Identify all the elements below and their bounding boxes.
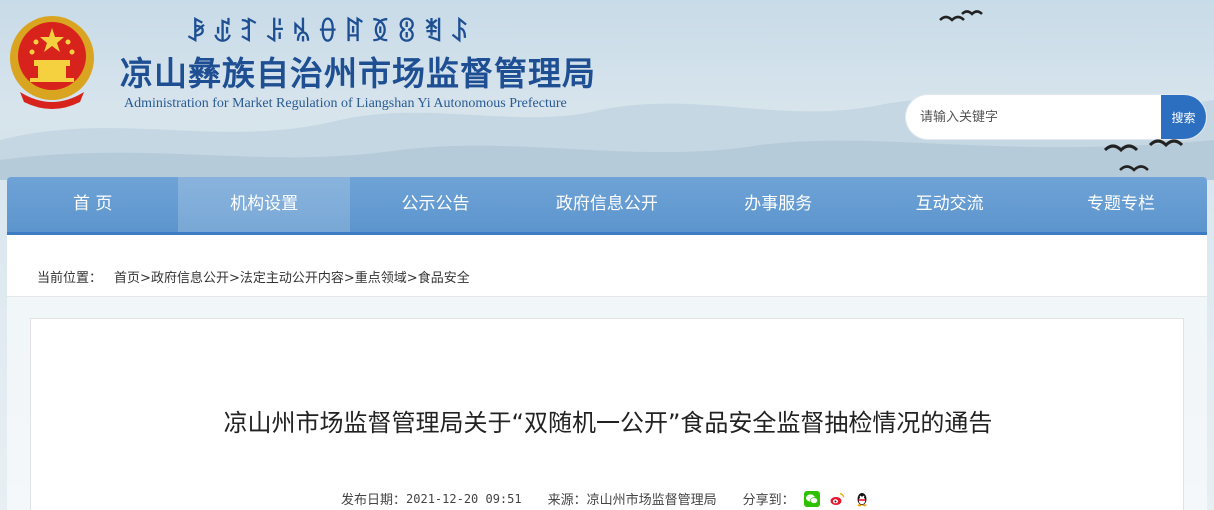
nav-item-organization[interactable]: 机构设置 [178, 177, 350, 234]
source-value: 凉山州市场监督管理局 [586, 493, 717, 508]
qq-icon[interactable] [853, 490, 870, 507]
breadcrumb-separator: > [343, 271, 355, 286]
nav-item-services[interactable]: 办事服务 [693, 177, 864, 234]
article-meta: 发布日期： 2021-12-20 09:51 来源： 凉山州市场监督管理局 分享… [341, 489, 870, 508]
nav-item-announcements[interactable]: 公示公告 [350, 177, 521, 234]
search-input[interactable] [906, 95, 1161, 139]
nav-item-home[interactable]: 首 页 [7, 177, 178, 234]
breadcrumb-link-statutory[interactable]: 法定主动公开内容 [240, 271, 344, 286]
breadcrumb-separator: > [140, 271, 151, 286]
breadcrumb: 当前位置： 首页>政府信息公开>法定主动公开内容>重点领域>食品安全 [7, 235, 1207, 297]
search-button[interactable]: 搜索 [1161, 95, 1206, 139]
national-emblem [10, 16, 94, 109]
share-label: 分享到： [742, 493, 795, 508]
nav-item-info-disclosure[interactable]: 政府信息公开 [521, 177, 692, 234]
article-title: 凉山州市场监督管理局关于“双随机一公开”食品安全监督抽检情况的通告 [223, 409, 993, 437]
site-title: 凉山彝族自治州市场监督管理局 [120, 54, 596, 93]
date-label: 发布日期： [341, 493, 407, 508]
weibo-icon[interactable] [828, 490, 845, 507]
publish-date: 2021-12-20 09:51 [406, 491, 522, 506]
nav-item-special-topics[interactable]: 专题专栏 [1035, 177, 1206, 234]
site-subtitle: Administration for Market Regulation of … [124, 96, 567, 111]
breadcrumb-separator: > [406, 271, 418, 286]
main-nav: 首 页 机构设置 公示公告 政府信息公开 办事服务 互动交流 专题专栏 [7, 177, 1207, 234]
breadcrumb-link-home[interactable]: 首页 [114, 271, 140, 286]
breadcrumb-link-info-disclosure[interactable]: 政府信息公开 [151, 271, 229, 286]
article: 凉山州市场监督管理局关于“双随机一公开”食品安全监督抽检情况的通告 发布日期： … [30, 318, 1184, 510]
breadcrumb-label: 当前位置： [37, 271, 103, 286]
site-header: ꆃꍑꆈꌠꁱꂷꍏꅉꐪꄮꌺ 凉山彝族自治州市场监督管理局 Administratio… [0, 0, 1214, 180]
source-label: 来源： [547, 493, 587, 508]
search-box: 搜索 [906, 95, 1206, 139]
nav-item-interaction[interactable]: 互动交流 [864, 177, 1035, 234]
breadcrumb-separator: > [228, 271, 240, 286]
breadcrumb-link-food-safety[interactable]: 食品安全 [418, 271, 470, 286]
wechat-icon[interactable] [803, 490, 820, 507]
yi-script-title: ꆃꍑꆈꌠꁱꂷꍏꅉꐪꄮꌺ [186, 18, 476, 48]
breadcrumb-link-key-areas[interactable]: 重点领域 [355, 271, 407, 286]
